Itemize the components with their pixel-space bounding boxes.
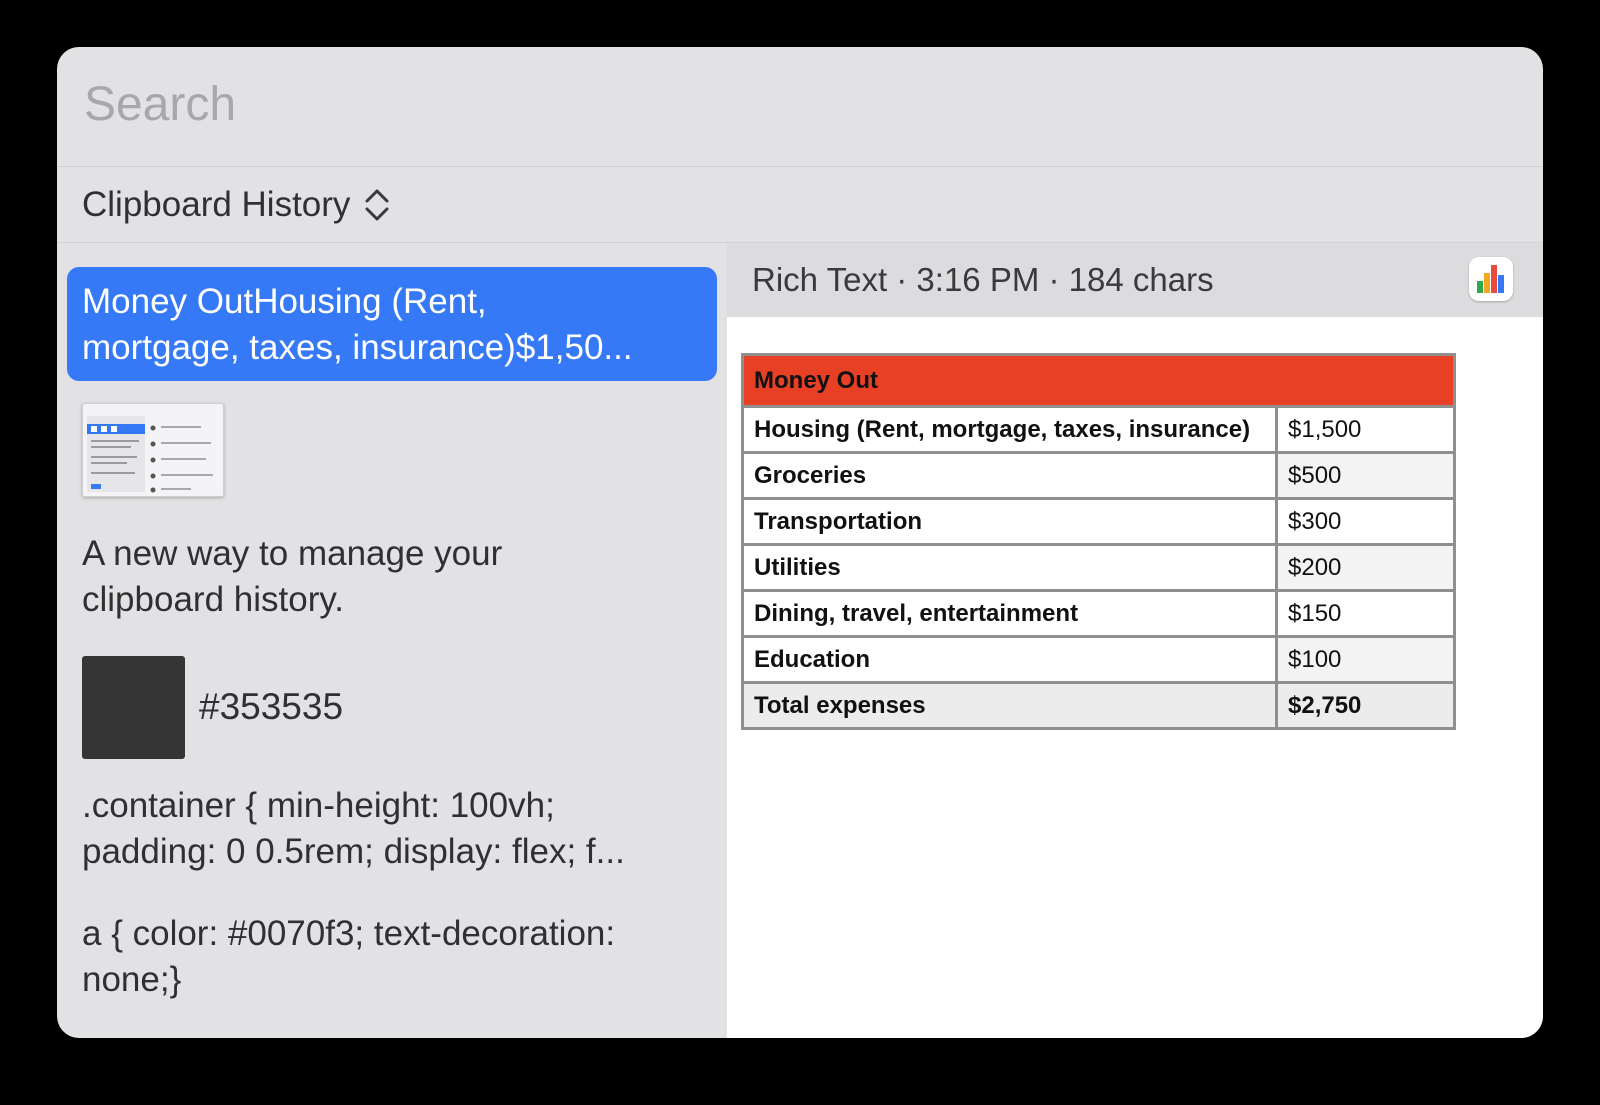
row-value: $100 — [1275, 635, 1456, 684]
row-value: $1,500 — [1275, 405, 1456, 454]
item-text-line: padding: 0 0.5rem; display: flex; f... — [82, 832, 625, 871]
numbers-app-icon — [1469, 257, 1513, 301]
item-text-line: .container { min-height: 100vh; — [82, 786, 555, 825]
history-item-code[interactable]: a { color: #0070f3; text-decoration: non… — [67, 911, 717, 1003]
screenshot-thumbnail — [82, 403, 224, 497]
color-swatch — [82, 655, 185, 759]
category-selector[interactable]: Clipboard History — [82, 185, 392, 225]
item-text-line: none;} — [82, 960, 182, 999]
preview-meta: Rich Text · 3:16 PM · 184 chars — [752, 261, 1214, 298]
history-item-selected[interactable]: Money OutHousing (Rent, mortgage, taxes,… — [67, 267, 717, 381]
table-row: Education $100 — [741, 635, 1456, 684]
row-label: Transportation — [741, 497, 1278, 546]
category-bar: Clipboard History — [57, 167, 1543, 243]
table-row: Utilities $200 — [741, 543, 1456, 592]
row-label: Housing (Rent, mortgage, taxes, insuranc… — [741, 405, 1278, 454]
item-text-line: Money OutHousing (Rent, — [82, 282, 487, 321]
search-input[interactable] — [82, 71, 1486, 137]
row-label: Groceries — [741, 451, 1278, 500]
chevron-up-down-icon — [362, 187, 392, 223]
history-item-color[interactable]: #353535 — [67, 655, 717, 759]
row-label: Education — [741, 635, 1278, 684]
table-row: Transportation $300 — [741, 497, 1456, 546]
row-label: Utilities — [741, 543, 1278, 592]
money-out-table: Money Out Housing (Rent, mortgage, taxes… — [741, 353, 1456, 730]
row-value: $200 — [1275, 543, 1456, 592]
color-hex-label: #353535 — [199, 686, 344, 727]
preview-header: Rich Text · 3:16 PM · 184 chars — [727, 243, 1543, 317]
table-header: Money Out — [741, 353, 1456, 408]
history-item-code[interactable]: .container { min-height: 100vh; padding:… — [67, 783, 717, 875]
total-label: Total expenses — [741, 681, 1278, 730]
search-bar — [57, 47, 1543, 167]
row-value: $500 — [1275, 451, 1456, 500]
item-text-line: mortgage, taxes, insurance)$1,50... — [82, 328, 633, 367]
table-row: Groceries $500 — [741, 451, 1456, 500]
total-value: $2,750 — [1275, 681, 1456, 730]
row-label: Dining, travel, entertainment — [741, 589, 1278, 638]
clipboard-window: Clipboard History Money OutHousing (Rent… — [57, 47, 1543, 1038]
history-list: Money OutHousing (Rent, mortgage, taxes,… — [57, 243, 727, 1038]
history-item-text[interactable]: A new way to manage your clipboard histo… — [67, 531, 717, 623]
history-item-image[interactable] — [67, 403, 717, 503]
category-label: Clipboard History — [82, 185, 351, 224]
item-text-line: a { color: #0070f3; text-decoration: — [82, 914, 616, 953]
item-text-line: A new way to manage your — [82, 534, 503, 573]
table-row: Housing (Rent, mortgage, taxes, insuranc… — [741, 405, 1456, 454]
item-text-line: clipboard history. — [82, 580, 344, 619]
row-value: $300 — [1275, 497, 1456, 546]
preview-pane: Rich Text · 3:16 PM · 184 chars Money Ou… — [727, 243, 1543, 1038]
row-value: $150 — [1275, 589, 1456, 638]
table-total-row: Total expenses $2,750 — [741, 681, 1456, 730]
table-row: Dining, travel, entertainment $150 — [741, 589, 1456, 638]
